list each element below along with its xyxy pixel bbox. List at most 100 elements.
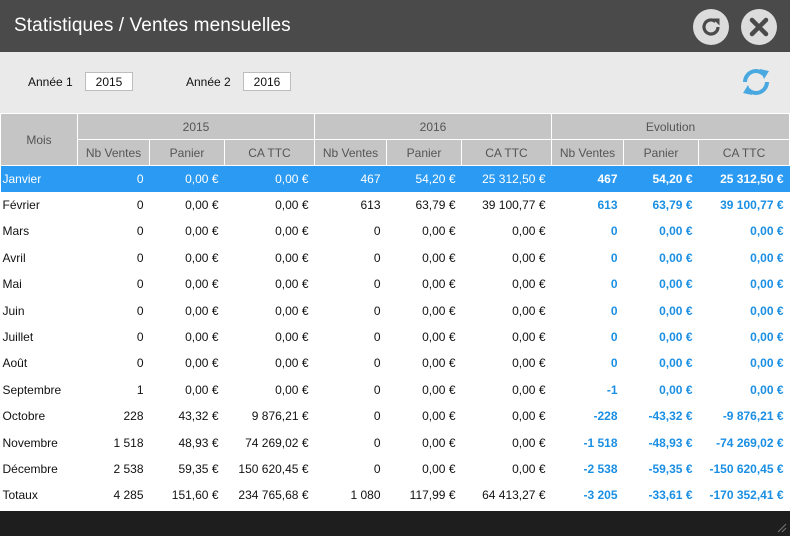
table-cell: 0,00 € (659, 303, 693, 318)
table-cell: 0,00 € (185, 382, 219, 397)
table-cell: 0,00 € (750, 303, 784, 318)
close-button[interactable] (741, 9, 777, 45)
table-cell: 54,20 € (386, 165, 462, 192)
window-title: Statistiques / Ventes mensuelles (14, 15, 291, 36)
table-cell: 613 (597, 198, 618, 213)
table-cell: 4 285 (113, 488, 144, 503)
table-cell: 0,00 € (512, 303, 546, 318)
header-ca-ttc[interactable]: CA TTC (224, 139, 315, 166)
table-cell: 25 312,50 € (698, 165, 790, 192)
table-cell: 117,99 € (409, 488, 456, 503)
table-cell: -74 269,02 € (716, 435, 784, 450)
table-row[interactable]: Novembre 1 518 48,93 € 74 269,02 € 0 0,00 € 0,… (1, 429, 790, 455)
table-cell: 0,00 € (422, 435, 456, 450)
table-row[interactable]: Juin 0 0,00 € 0,00 € 0 0,00 € 0,00 € 0 0,00 € 0,0… (1, 297, 790, 323)
table-cell: 0,00 € (750, 277, 784, 292)
table-cell: 0 (136, 224, 144, 239)
table-row[interactable]: Août 0 0,00 € 0,00 € 0 0,00 € 0,00 € 0 0,00 € 0,0… (1, 350, 790, 376)
cell-month: Août (2, 356, 28, 371)
table-cell: -150 620,45 € (709, 461, 784, 476)
table-cell: 0,00 € (659, 330, 693, 345)
table-row[interactable]: Septembre 1 0,00 € 0,00 € 0 0,00 € 0,00 € -1 0,0… (1, 377, 790, 403)
table-cell: -48,93 € (648, 435, 693, 450)
table-row[interactable]: Avril 0 0,00 € 0,00 € 0 0,00 € 0,00 € 0 0,00 € 0,… (1, 245, 790, 271)
table-row[interactable]: Janvier 0 0,00 €0,00 €467 54,20 €25 312,50 … (0, 165, 790, 192)
table-cell: 2 538 (113, 461, 144, 476)
year1-field[interactable] (85, 72, 133, 91)
table-cell: 0,00 € (275, 224, 309, 239)
table-cell: 0 (136, 277, 144, 292)
header-nb-ventes[interactable]: Nb Ventes (314, 139, 387, 166)
cell-month: Avril (2, 250, 26, 265)
table-row[interactable]: Totaux 4 285 151,60 € 234 765,68 € 1 080 117,… (1, 482, 790, 508)
table-cell: -228 (593, 409, 618, 424)
table-cell: 0,00 € (659, 356, 693, 371)
table-cell: 0,00 € (750, 356, 784, 371)
table-cell: 0,00 € (185, 356, 219, 371)
table-cell: 0 (373, 435, 381, 450)
year2-field[interactable] (243, 72, 291, 91)
header-panier[interactable]: Panier (149, 139, 225, 166)
resize-grip-icon[interactable] (777, 523, 787, 533)
table-cell: 0,00 € (512, 382, 546, 397)
table-cell: 0,00 € (185, 303, 219, 318)
table-cell: 9 876,21 € (251, 409, 309, 424)
table-cell: 0,00 € (512, 224, 546, 239)
table-cell: 0,00 € (659, 382, 693, 397)
table-cell: 0,00 € (275, 330, 309, 345)
table-cell: 0 (610, 303, 618, 318)
sync-icon[interactable] (739, 65, 773, 99)
table-cell: 0,00 € (512, 250, 546, 265)
table-row[interactable]: Février 0 0,00 € 0,00 € 613 63,79 € 39 100,77 … (1, 192, 790, 218)
table-cell: 0,00 € (659, 250, 693, 265)
table-cell: 63,79 € (415, 198, 456, 213)
table-cell: 0 (373, 461, 381, 476)
table-cell: 0 (373, 382, 381, 397)
header-panier[interactable]: Panier (623, 139, 699, 166)
table-row[interactable]: Mai 0 0,00 € 0,00 € 0 0,00 € 0,00 € 0 0,00 € 0,00… (1, 271, 790, 297)
table-cell: 0 (77, 165, 150, 192)
header-nb-ventes[interactable]: Nb Ventes (77, 139, 150, 166)
table-cell: 0 (373, 303, 381, 318)
header-mois[interactable]: Mois (0, 113, 78, 166)
cell-month: Octobre (2, 409, 46, 424)
cell-month: Juillet (2, 330, 34, 345)
table-cell: 0 (136, 303, 144, 318)
filter-bar: Année 1 Année 2 (0, 52, 790, 113)
table-cell: -3 205 (583, 488, 618, 503)
table-cell: 0,00 € (422, 356, 456, 371)
table-cell: 0,00 € (750, 330, 784, 345)
header-ca-ttc[interactable]: CA TTC (461, 139, 552, 166)
year1-label: Année 1 (28, 75, 73, 89)
table-cell: 0 (136, 356, 144, 371)
table-cell: 0,00 € (149, 165, 225, 192)
header-group-year2: 2016 (314, 113, 552, 140)
refresh-button[interactable] (693, 9, 729, 45)
table-cell: 0,00 € (422, 224, 456, 239)
table-cell: 0,00 € (659, 277, 693, 292)
table-cell: 1 518 (113, 435, 144, 450)
table-row[interactable]: Juillet 0 0,00 € 0,00 € 0 0,00 € 0,00 € 0 0,00 €… (1, 324, 790, 350)
header-ca-ttc[interactable]: CA TTC (697, 139, 790, 166)
table-cell: -2 538 (583, 461, 618, 476)
table-cell: 59,35 € (178, 461, 219, 476)
table-cell: 39 100,77 € (482, 198, 546, 213)
table-cell: 48,93 € (178, 435, 219, 450)
table-cell: 0 (136, 330, 144, 345)
cell-month: Décembre (2, 461, 58, 476)
table-row[interactable]: Décembre 2 538 59,35 € 150 620,45 € 0 0,00 € 0… (1, 456, 790, 482)
table-cell: 0,00 € (750, 250, 784, 265)
header-nb-ventes[interactable]: Nb Ventes (551, 139, 624, 166)
table-cell: -59,35 € (648, 461, 693, 476)
table-cell: -33,61 € (648, 488, 693, 503)
table-row[interactable]: Mars 0 0,00 € 0,00 € 0 0,00 € 0,00 € 0 0,00 € 0,0… (1, 218, 790, 244)
table-cell: 0,00 € (275, 277, 309, 292)
table-cell: 0,00 € (422, 330, 456, 345)
table-cell: 74 269,02 € (245, 435, 309, 450)
table-cell: 63,79 € (652, 198, 693, 213)
header-panier[interactable]: Panier (386, 139, 462, 166)
table-cell: 0,00 € (275, 250, 309, 265)
table-cell: 25 312,50 € (461, 165, 552, 192)
table-cell: 467 (314, 165, 387, 192)
table-row[interactable]: Octobre 228 43,32 € 9 876,21 € 0 0,00 € 0,00 €… (1, 403, 790, 429)
